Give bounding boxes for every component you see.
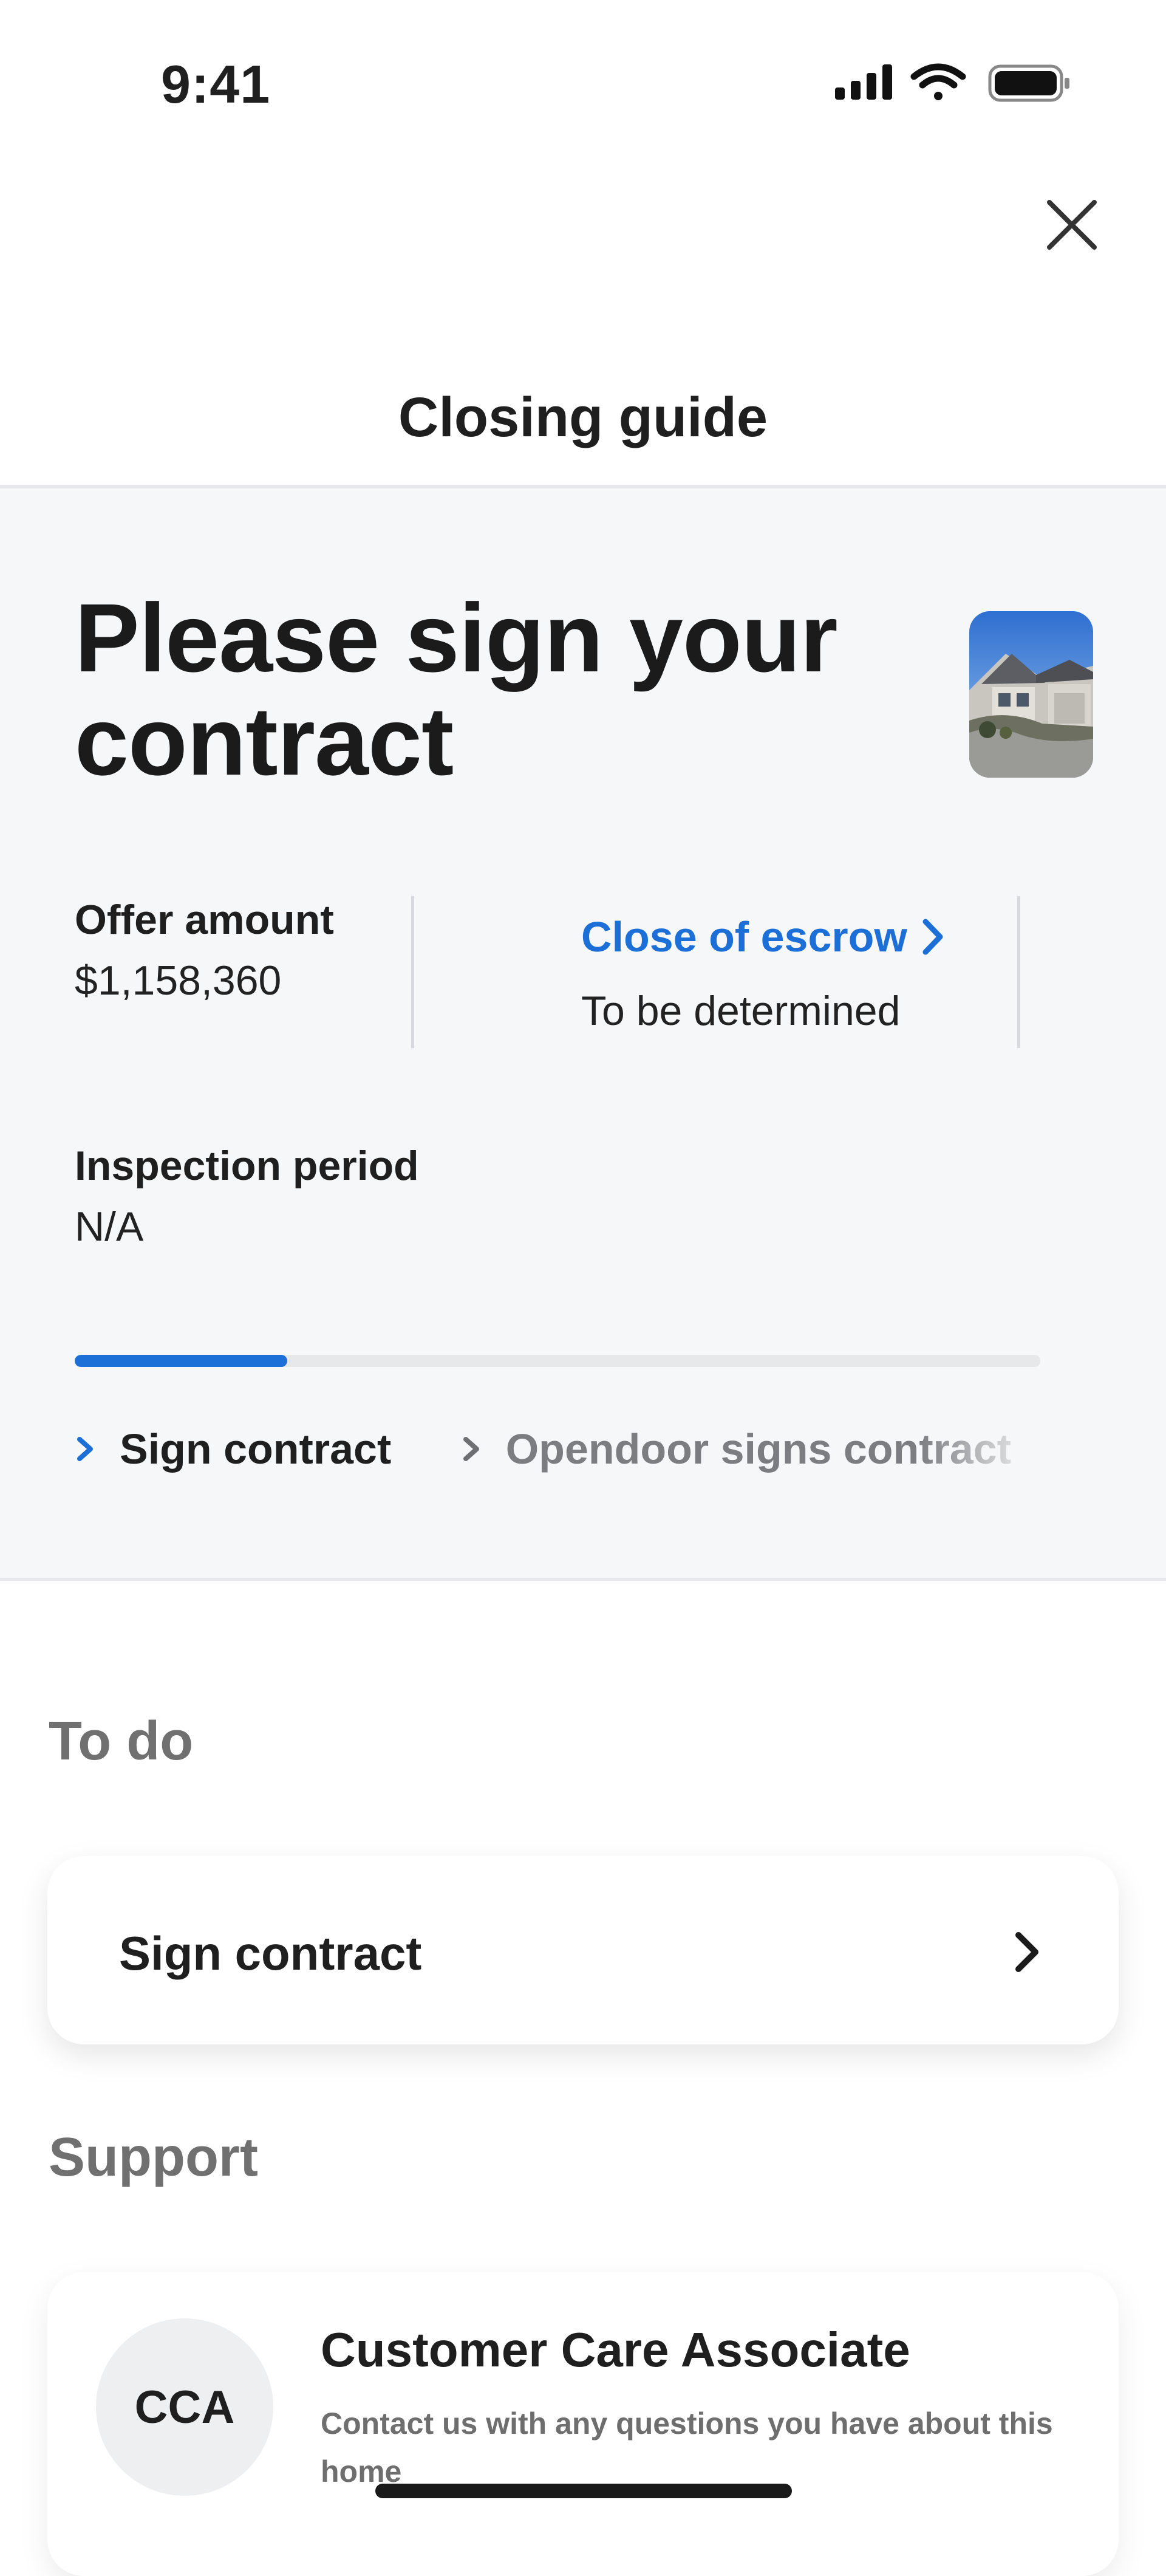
support-contact-card[interactable]: CCA Customer Care Associate Contact us w… (47, 2272, 1119, 2576)
status-icons (835, 61, 1072, 109)
divider (1017, 896, 1020, 1048)
summary-headline: Please sign your contract (75, 583, 838, 795)
close-icon (1047, 200, 1097, 250)
battery-icon (988, 64, 1069, 102)
todo-item-sign-contract[interactable]: Sign contract (47, 1856, 1119, 2044)
close-of-escrow-value: To be determined (581, 988, 901, 1034)
progress-bar-fill (75, 1355, 287, 1367)
offer-amount-value: $1,158,360 (75, 957, 282, 1004)
step-label: Sign contract (120, 1425, 392, 1473)
offer-amount-label: Offer amount (75, 897, 334, 943)
page-title: Closing guide (398, 386, 768, 448)
divider (411, 896, 414, 1048)
close-of-escrow-label: Close of escrow (581, 913, 907, 961)
progress-bar (75, 1355, 1040, 1367)
inspection-period-label: Inspection period (75, 1143, 419, 1189)
wifi-icon (910, 63, 966, 100)
home-indicator[interactable] (375, 2484, 792, 2498)
fade-overlay (919, 1425, 1040, 1485)
chevron-right-icon (77, 1437, 93, 1461)
step-list: Sign contract Opendoor signs contract (75, 1425, 1040, 1485)
contact-name: Customer Care Associate (321, 2323, 910, 2377)
home-photo[interactable] (969, 611, 1093, 778)
avatar: CCA (96, 2318, 273, 2496)
section-title-todo: To do (49, 1711, 194, 1772)
contact-description: Contact us with any questions you have a… (321, 2406, 1053, 2489)
cellular-signal-icon (835, 64, 892, 100)
step-sign-contract: Sign contract (75, 1425, 391, 1473)
chevron-right-icon (922, 919, 943, 955)
close-of-escrow-link[interactable]: Close of escrow (581, 913, 945, 961)
section-title-support: Support (49, 2127, 258, 2188)
close-button[interactable] (1045, 197, 1099, 252)
todo-item-label: Sign contract (119, 1927, 422, 1980)
status-time: 9:41 (161, 54, 271, 114)
inspection-period-value: N/A (75, 1204, 144, 1250)
chevron-right-icon (463, 1437, 479, 1461)
chevron-right-icon (1010, 1928, 1046, 1976)
